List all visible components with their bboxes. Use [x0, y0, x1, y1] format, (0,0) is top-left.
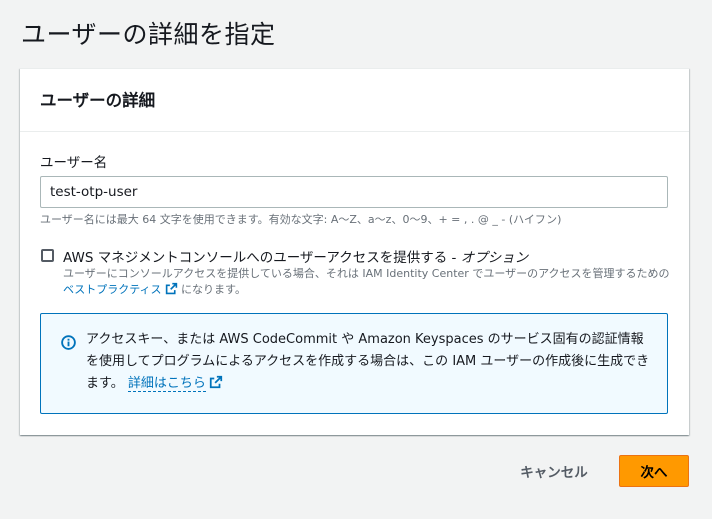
info-icon: [61, 335, 76, 350]
optional-label: オプション: [460, 250, 529, 266]
info-text: アクセスキー、または AWS CodeCommit や Amazon Keysp…: [86, 329, 656, 395]
console-access-checkbox[interactable]: [41, 249, 54, 262]
console-access-description: ユーザーにコンソールアクセスを提供している場合、それは IAM Identity…: [63, 266, 673, 298]
panel-title: ユーザーの詳細: [40, 91, 156, 110]
console-access-label-text: AWS マネジメントコンソールへのユーザーアクセスを提供する -: [63, 250, 461, 266]
external-link-icon: [209, 375, 222, 389]
panel-header: ユーザーの詳細: [20, 69, 689, 132]
learn-more-link[interactable]: 詳細はこちら: [127, 376, 206, 392]
username-label: ユーザー名: [40, 155, 108, 171]
cancel-button[interactable]: キャンセル: [511, 456, 597, 486]
learn-more-link-text[interactable]: 詳細はこちら: [128, 376, 206, 391]
best-practices-link-text[interactable]: ベストプラクティス: [63, 283, 162, 296]
console-access-description-text: ユーザーにコンソールアクセスを提供している場合、それは IAM Identity…: [63, 267, 670, 280]
external-link-icon: [165, 282, 177, 295]
best-practices-link[interactable]: ベストプラクティス: [63, 282, 178, 296]
username-input[interactable]: [40, 176, 668, 208]
username-constraint: ユーザー名には最大 64 文字を使用できます。有効な文字: A〜Z、a〜z、0〜…: [40, 213, 562, 226]
console-access-label[interactable]: AWS マネジメントコンソールへのユーザーアクセスを提供する - オプション: [63, 246, 528, 266]
info-alert: アクセスキー、または AWS CodeCommit や Amazon Keysp…: [40, 313, 668, 414]
console-access-description-end: になります。: [177, 283, 246, 296]
page-title: ユーザーの詳細を指定: [21, 19, 276, 49]
next-button[interactable]: 次へ: [619, 455, 689, 487]
user-details-panel: ユーザーの詳細 ユーザー名 ユーザー名には最大 64 文字を使用できます。有効な…: [20, 68, 689, 435]
